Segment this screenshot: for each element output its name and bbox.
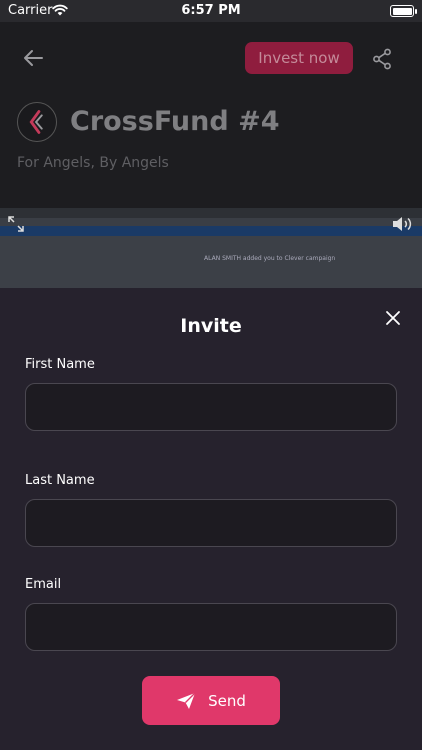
- battery-icon: [390, 5, 414, 17]
- invest-now-button[interactable]: Invest now: [245, 42, 353, 74]
- back-button[interactable]: [22, 48, 44, 68]
- close-icon[interactable]: [385, 310, 401, 326]
- share-icon[interactable]: [372, 48, 392, 70]
- project-tagline: For Angels, By Angels: [17, 155, 169, 171]
- first-name-label: First Name: [25, 357, 95, 372]
- invite-modal: Invite First Name Last Name Email Send: [0, 288, 422, 750]
- paper-plane-icon: [177, 692, 196, 709]
- send-button[interactable]: Send: [142, 676, 280, 725]
- project-title: CrossFund #4: [70, 106, 280, 137]
- email-field[interactable]: [25, 603, 397, 651]
- last-name-label: Last Name: [25, 473, 95, 488]
- status-time: 6:57 PM: [181, 3, 241, 18]
- first-name-field[interactable]: [25, 383, 397, 431]
- video-browser-bar: [0, 208, 422, 218]
- email-label: Email: [25, 577, 62, 592]
- expand-icon[interactable]: [8, 216, 24, 232]
- project-logo: [17, 102, 57, 142]
- video-content: [0, 236, 422, 288]
- modal-title: Invite: [180, 315, 242, 337]
- battery-nub: [415, 9, 417, 14]
- volume-icon[interactable]: [392, 216, 414, 232]
- video-preview[interactable]: ALAN SMITH added you to Clever campaign: [0, 208, 422, 288]
- project-header: Invest now CrossFund #4 For Angels, By A…: [0, 22, 422, 288]
- last-name-field[interactable]: [25, 499, 397, 547]
- video-address-bar: [0, 218, 422, 226]
- video-caption: ALAN SMITH added you to Clever campaign: [204, 255, 336, 262]
- send-label: Send: [208, 691, 246, 710]
- video-app-header: [0, 226, 422, 236]
- status-bar: Carrier 6:57 PM: [0, 0, 422, 22]
